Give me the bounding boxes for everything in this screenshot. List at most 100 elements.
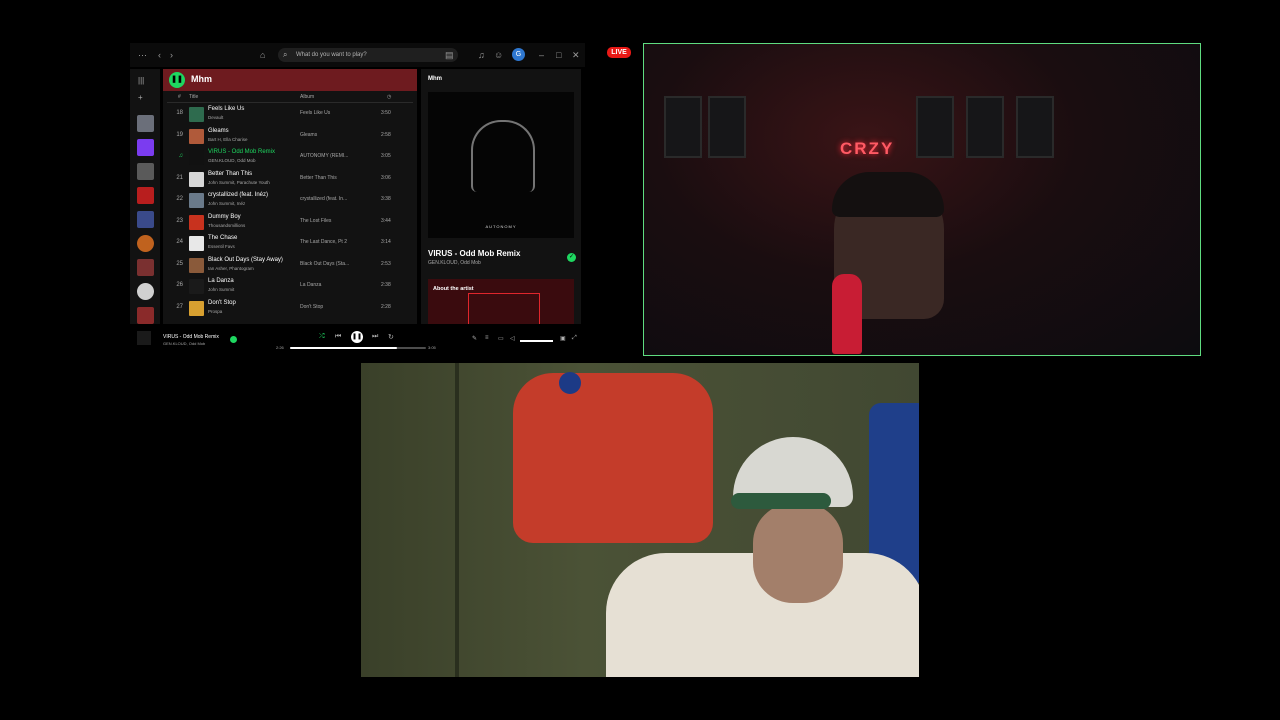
progress-bar[interactable] <box>290 347 426 349</box>
sidebar-item-playlist[interactable] <box>137 163 154 180</box>
sidebar-item-playlist[interactable] <box>137 307 154 324</box>
track-artist[interactable]: Bart H, Ella Charise <box>208 137 248 142</box>
track-title[interactable]: VIRUS - Odd Mob Remix <box>208 149 275 155</box>
sidebar-item-artist[interactable] <box>137 235 154 252</box>
track-title[interactable]: Better Than This <box>208 171 252 177</box>
lyrics-icon[interactable]: ✎ <box>472 335 477 342</box>
track-duration: 3:14 <box>381 239 391 245</box>
track-title[interactable]: Feels Like Us <box>208 106 244 112</box>
fullscreen-icon[interactable]: ⤢ <box>572 335 577 342</box>
track-album[interactable]: crystallized (feat. In... <box>300 196 347 202</box>
sidebar-item-playlist[interactable] <box>137 259 154 276</box>
more-icon[interactable]: ⋯ <box>138 49 147 61</box>
track-title[interactable]: The Chase <box>208 235 237 241</box>
table-row[interactable]: 19 Gleams Bart H, Ella Charise Gleams 2:58 <box>163 127 417 148</box>
close-icon[interactable]: ✕ <box>572 49 580 61</box>
home-icon[interactable]: ⌂ <box>260 49 265 61</box>
table-row[interactable]: 25 Black Out Days (Stay Away) Ian Asher, P… <box>163 256 417 277</box>
sidebar-item-artist[interactable] <box>137 283 154 300</box>
track-artist[interactable]: John Summit, Parachute Youth <box>208 180 270 185</box>
table-row[interactable]: ♫ VIRUS - Odd Mob Remix GEN.KLOUD, Odd Mob… <box>163 148 417 169</box>
sidebar-item-playlist[interactable] <box>137 115 154 132</box>
clock-icon[interactable]: ◷ <box>387 94 391 100</box>
track-number: ♫ <box>178 153 184 159</box>
forward-icon[interactable]: › <box>170 49 173 61</box>
browse-icon[interactable]: ▤ <box>445 49 454 61</box>
track-album[interactable]: The Last Dance, Pt 2 <box>300 239 347 245</box>
wall-poster <box>916 96 954 158</box>
track-album[interactable]: Gleams <box>300 132 317 138</box>
device-icon[interactable]: ▭ <box>498 335 504 342</box>
about-artist-card[interactable]: About the artist <box>428 279 574 324</box>
track-cover <box>189 193 204 208</box>
previous-icon[interactable]: ⏮ <box>335 333 341 341</box>
library-icon[interactable]: ||| <box>138 76 144 85</box>
track-artist[interactable]: John Summit <box>208 287 234 292</box>
table-row[interactable]: 27 Don't Stop Prospa Don't Stop 2:28 <box>163 299 417 320</box>
player-cover[interactable] <box>137 331 151 345</box>
elapsed-time: 2:26 <box>276 345 284 350</box>
now-playing-artist[interactable]: GEN.KLOUD, Odd Mob <box>428 260 481 266</box>
avatar[interactable]: G <box>512 48 525 61</box>
track-artist[interactable]: Ian Asher, Phantogram <box>208 266 254 271</box>
volume-fill <box>520 340 553 342</box>
track-title[interactable]: crystallized (feat. Inéz) <box>208 192 268 198</box>
volume-slider[interactable] <box>520 340 553 342</box>
track-artist[interactable]: John Summit, Inéz <box>208 201 245 206</box>
repeat-icon[interactable]: ↻ <box>388 333 394 341</box>
album-cover[interactable]: AUTONOMY <box>428 92 574 238</box>
track-album[interactable]: Better Than This <box>300 175 337 181</box>
track-duration: 3:38 <box>381 196 391 202</box>
player-track-title[interactable]: VIRUS - Odd Mob Remix <box>163 334 219 340</box>
track-album[interactable]: The Lost Files <box>300 218 331 224</box>
sidebar-item-liked-songs[interactable] <box>137 139 154 156</box>
saved-check-icon[interactable]: ✓ <box>567 253 576 262</box>
track-artist[interactable]: Prospa <box>208 309 222 314</box>
track-artist[interactable]: Devault <box>208 115 223 120</box>
track-artist[interactable]: Thousandsmillions <box>208 223 245 228</box>
track-title[interactable]: Don't Stop <box>208 300 236 306</box>
table-row[interactable]: 23 Dummy Boy Thousandsmillions The Lost Fil… <box>163 213 417 234</box>
bell-icon[interactable]: ♫ <box>478 49 485 61</box>
add-icon[interactable]: + <box>138 93 143 102</box>
miniplayer-icon[interactable]: ▣ <box>560 335 566 342</box>
track-album[interactable]: Don't Stop <box>300 304 323 310</box>
volume-icon[interactable]: ◁ <box>510 335 515 342</box>
track-album[interactable]: La Danza <box>300 282 321 288</box>
saved-check-icon[interactable] <box>230 336 237 343</box>
maximize-icon[interactable]: □ <box>556 49 561 61</box>
table-row[interactable]: 26 La Danza John Summit La Danza 2:38 <box>163 277 417 298</box>
next-icon[interactable]: ⏭ <box>372 333 378 341</box>
track-duration: 3:44 <box>381 217 391 224</box>
track-number: 23 <box>176 217 183 224</box>
track-title[interactable]: La Danza <box>208 278 234 284</box>
track-title[interactable]: Gleams <box>208 128 229 134</box>
track-artist[interactable]: Essentil Favs <box>208 244 235 249</box>
table-row[interactable]: 22 crystallized (feat. Inéz) John Summit, … <box>163 191 417 212</box>
back-icon[interactable]: ‹ <box>158 49 161 61</box>
minimize-icon[interactable]: – <box>539 49 544 61</box>
play-pause-button[interactable]: ❚❚ <box>169 72 185 88</box>
friends-icon[interactable]: ☺ <box>494 49 503 61</box>
table-row[interactable]: 24 The Chase Essentil Favs The Last Dance, … <box>163 234 417 255</box>
shuffle-icon[interactable]: ⤮ <box>319 333 325 341</box>
sidebar-item-playlist[interactable] <box>137 211 154 228</box>
track-title[interactable]: Black Out Days (Stay Away) <box>208 257 283 263</box>
sidebar-item-playlist[interactable] <box>137 187 154 204</box>
table-row[interactable]: 18 Feels Like Us Devault Feels Like Us 3:50 <box>163 105 417 126</box>
cover-art <box>471 120 535 192</box>
search-input[interactable]: ⌕ What do you want to play? <box>278 48 458 62</box>
table-row[interactable]: 21 Better Than This John Summit, Parachute… <box>163 170 417 191</box>
track-title[interactable]: Dummy Boy <box>208 214 241 220</box>
queue-icon[interactable]: ≡ <box>485 335 489 341</box>
library-sidebar: ||| + <box>130 69 160 324</box>
track-album[interactable]: Black Out Days (Sta... <box>300 261 349 267</box>
player-artist[interactable]: GEN.KLOUD, Odd Mob <box>163 341 205 346</box>
pause-button[interactable]: ❚❚ <box>351 331 363 343</box>
track-album[interactable]: Feels Like Us <box>300 110 330 116</box>
column-album[interactable]: Album <box>300 94 314 100</box>
column-title[interactable]: Title <box>189 94 198 100</box>
track-album[interactable]: AUTONOMY (REMI... <box>300 153 348 159</box>
track-artist[interactable]: GEN.KLOUD, Odd Mob <box>208 158 256 163</box>
now-playing-title[interactable]: VIRUS - Odd Mob Remix <box>428 249 520 258</box>
